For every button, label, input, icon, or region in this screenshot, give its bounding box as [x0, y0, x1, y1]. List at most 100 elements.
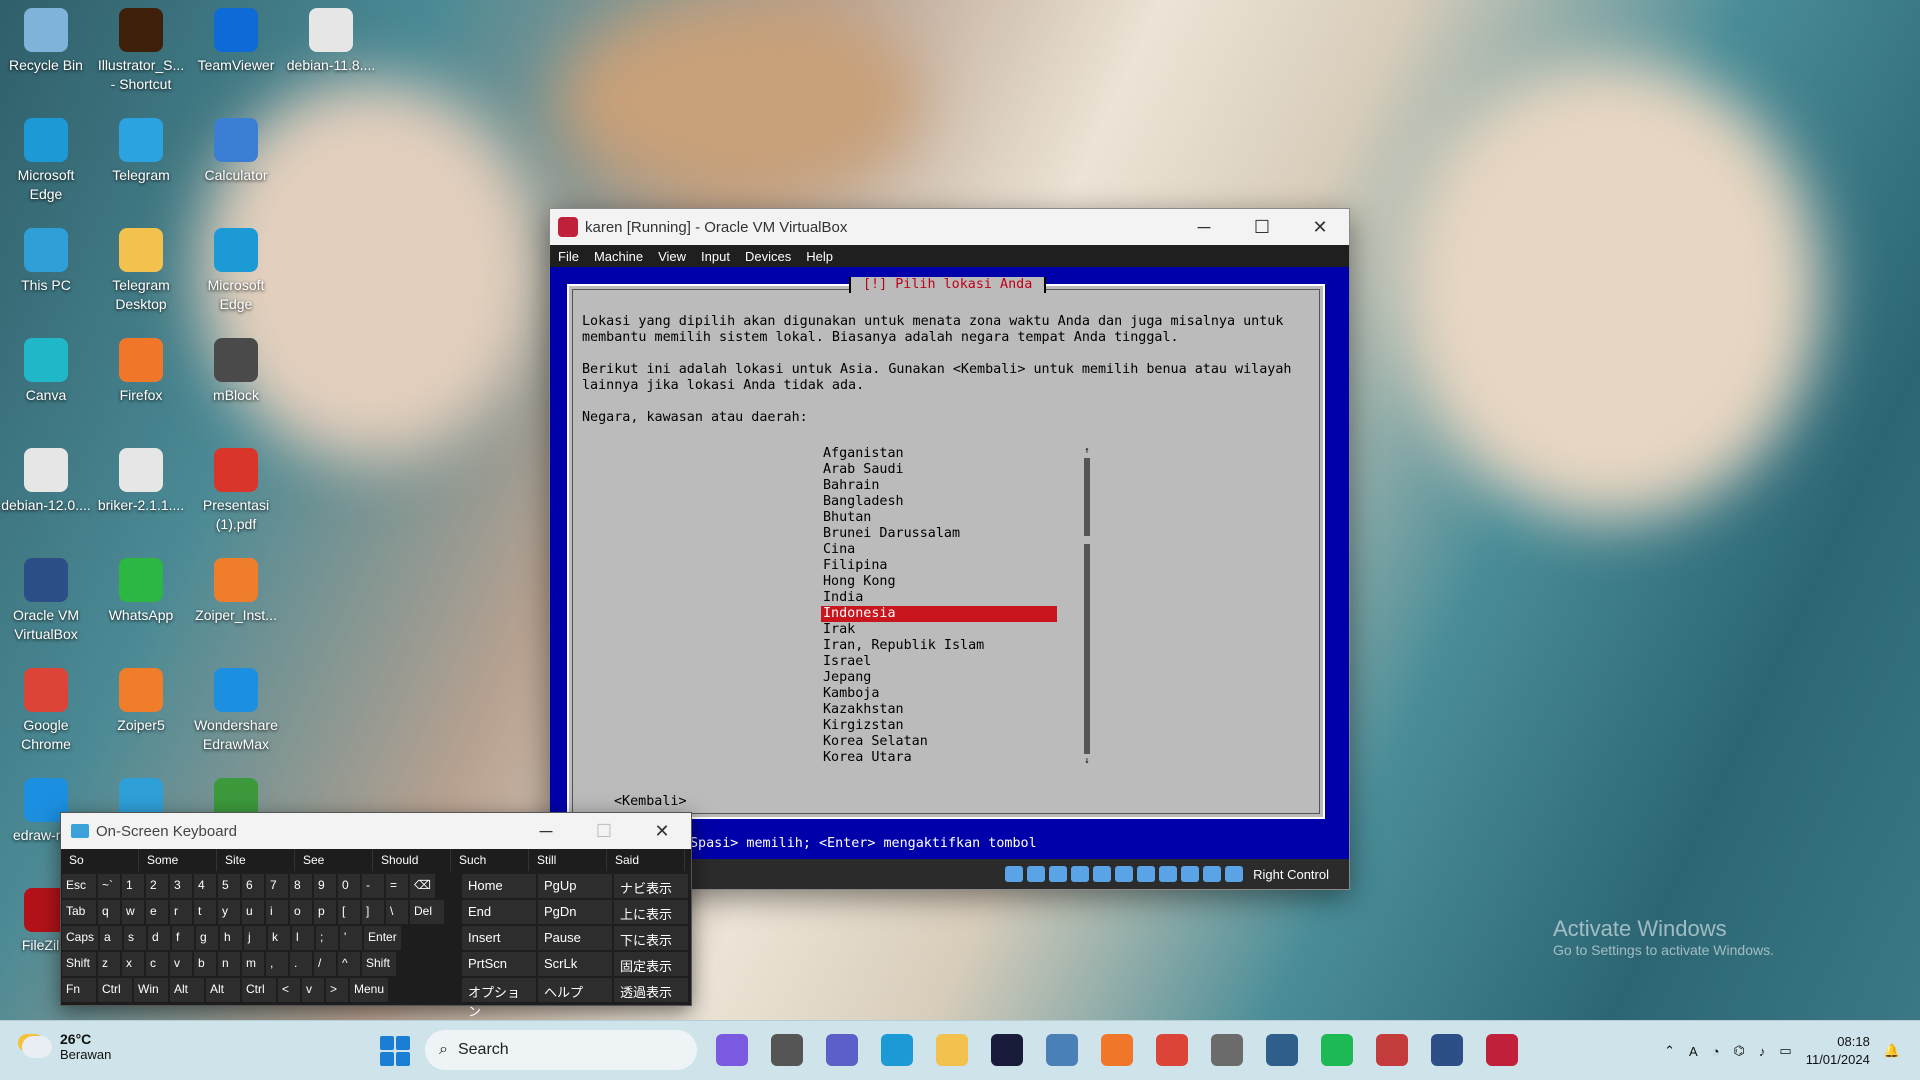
list-item[interactable]: Iran, Republik Islam	[821, 638, 1057, 654]
prediction-word[interactable]: See	[295, 849, 373, 871]
list-item[interactable]: Korea Selatan	[821, 734, 1057, 750]
terminal-icon[interactable]	[1266, 1034, 1298, 1066]
menu-view[interactable]: View	[658, 249, 686, 264]
key[interactable]: .	[290, 952, 312, 976]
key[interactable]: Menu	[350, 978, 389, 1002]
wifi-icon[interactable]: ⌬	[1734, 1043, 1745, 1059]
key[interactable]: -	[362, 874, 384, 898]
key[interactable]: /	[314, 952, 336, 976]
key[interactable]: b	[194, 952, 216, 976]
key[interactable]: Del	[410, 900, 444, 924]
key[interactable]: >	[326, 978, 348, 1002]
key[interactable]: q	[98, 900, 120, 924]
prediction-word[interactable]: Still	[529, 849, 607, 871]
display-icon[interactable]	[1137, 866, 1156, 882]
key[interactable]: c	[146, 952, 168, 976]
key[interactable]: 6	[242, 874, 264, 898]
desktop-icon[interactable]: Telegram Desktop	[95, 226, 187, 314]
maximize-icon[interactable]: ☐	[1233, 217, 1291, 238]
affinity-icon[interactable]	[991, 1034, 1023, 1066]
meet-icon[interactable]	[826, 1034, 858, 1066]
key[interactable]: v	[170, 952, 192, 976]
menu-help[interactable]: Help	[806, 249, 833, 264]
list-item[interactable]: Cina	[821, 542, 1057, 558]
scroll-thumb[interactable]	[1084, 536, 1090, 544]
optical-drive-icon[interactable]	[1027, 866, 1046, 882]
desktop-icon[interactable]: Microsoft Edge	[0, 116, 92, 204]
key[interactable]: ヘルプ	[538, 978, 612, 1002]
desktop-icon[interactable]: Oracle VM VirtualBox	[0, 556, 92, 644]
list-item[interactable]: Korea Utara	[821, 750, 1057, 766]
key[interactable]: r	[170, 900, 192, 924]
key[interactable]: PrtScn	[462, 952, 536, 976]
cpu-icon[interactable]	[1181, 866, 1200, 882]
key[interactable]: 4	[194, 874, 216, 898]
desktop-icon[interactable]: Presentasi (1).pdf	[190, 446, 282, 534]
key[interactable]: ⌫	[410, 874, 435, 898]
on-screen-keyboard[interactable]: On-Screen Keyboard ─ ☐ ✕ So Some Site See Sh…	[60, 812, 692, 1019]
desktop-icon[interactable]: Wondershare EdrawMax	[190, 666, 282, 754]
firefox-icon[interactable]	[1101, 1034, 1133, 1066]
back-button[interactable]: <Kembali>	[614, 794, 687, 809]
desktop-icon[interactable]: This PC	[0, 226, 92, 295]
list-item[interactable]: Arab Saudi	[821, 462, 1057, 478]
desktop-icon[interactable]: Zoiper5	[95, 666, 187, 735]
key[interactable]: Ctrl	[98, 978, 132, 1002]
photos-icon[interactable]	[1046, 1034, 1078, 1066]
list-item[interactable]: Brunei Darussalam	[821, 526, 1057, 542]
key[interactable]: ;	[316, 926, 339, 950]
prediction-word[interactable]: Should	[373, 849, 451, 871]
prediction-word[interactable]: Some	[139, 849, 217, 871]
list-scrollbar[interactable]: ↑ ↓	[1083, 446, 1091, 766]
menu-input[interactable]: Input	[701, 249, 730, 264]
key[interactable]: 3	[170, 874, 192, 898]
key[interactable]: z	[98, 952, 120, 976]
prediction-word[interactable]: Site	[217, 849, 295, 871]
list-item[interactable]: Afganistan	[821, 446, 1057, 462]
key[interactable]: m	[242, 952, 264, 976]
desktop-icon[interactable]: Zoiper_Inst...	[190, 556, 282, 625]
list-item[interactable]: Kamboja	[821, 686, 1057, 702]
key[interactable]: Alt	[206, 978, 240, 1002]
key[interactable]: '	[340, 926, 363, 950]
scroll-down-icon[interactable]: ↓	[1083, 756, 1091, 766]
key[interactable]: [	[338, 900, 360, 924]
desktop-icon[interactable]: briker-2.1.1....	[95, 446, 187, 515]
key[interactable]: e	[146, 900, 168, 924]
focus-icon[interactable]: ◔	[1712, 1044, 1720, 1059]
key[interactable]: j	[244, 926, 267, 950]
key[interactable]: Shift	[362, 952, 396, 976]
key[interactable]: オプション	[462, 978, 536, 1019]
title-bar[interactable]: karen [Running] - Oracle VM VirtualBox ─…	[550, 209, 1349, 245]
key[interactable]: Caps	[62, 926, 99, 950]
battery-icon[interactable]: ▭	[1779, 1043, 1791, 1059]
key[interactable]: 0	[338, 874, 360, 898]
spotify-icon[interactable]	[1321, 1034, 1353, 1066]
key[interactable]: Insert	[462, 926, 536, 950]
key[interactable]: 7	[266, 874, 288, 898]
key[interactable]: ScrLk	[538, 952, 612, 976]
menu-machine[interactable]: Machine	[594, 249, 643, 264]
key[interactable]: Enter	[364, 926, 401, 950]
key[interactable]: Shift	[62, 952, 96, 976]
list-item[interactable]: Bangladesh	[821, 494, 1057, 510]
osk-title-bar[interactable]: On-Screen Keyboard ─ ☐ ✕	[61, 813, 691, 849]
key[interactable]: Esc	[62, 874, 96, 898]
key[interactable]: Tab	[62, 900, 96, 924]
desktop-icon[interactable]: Telegram	[95, 116, 187, 185]
key[interactable]: 2	[146, 874, 168, 898]
key[interactable]: n	[218, 952, 240, 976]
key[interactable]: <	[278, 978, 300, 1002]
key[interactable]: y	[218, 900, 240, 924]
desktop-icon[interactable]: WhatsApp	[95, 556, 187, 625]
key[interactable]: ,	[266, 952, 288, 976]
key[interactable]: 上に表示	[614, 900, 688, 924]
key[interactable]: Ctrl	[242, 978, 276, 1002]
edge-icon[interactable]	[881, 1034, 913, 1066]
prediction-word[interactable]: So	[61, 849, 139, 871]
key[interactable]: 透過表示	[614, 978, 688, 1002]
vm-screen[interactable]: [!] Pilih lokasi Anda Lokasi yang dipili…	[550, 267, 1349, 859]
key[interactable]: Fn	[62, 978, 96, 1002]
key[interactable]: 5	[218, 874, 240, 898]
key[interactable]: PgUp	[538, 874, 612, 898]
